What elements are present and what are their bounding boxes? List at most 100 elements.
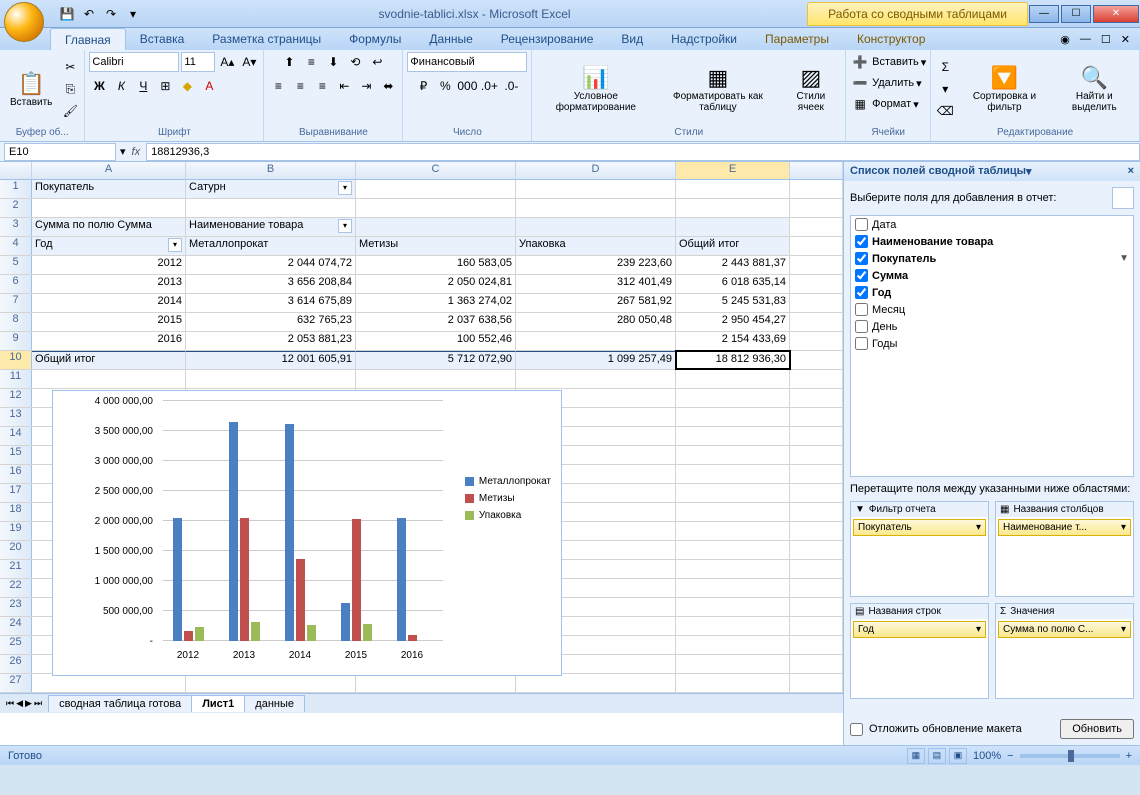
close-button[interactable]: ✕	[1093, 5, 1139, 23]
field-checkbox[interactable]	[855, 218, 868, 231]
row-header[interactable]: 17	[0, 484, 32, 502]
tab-options[interactable]: Параметры	[751, 28, 843, 50]
decrease-decimal-icon[interactable]: .0-	[501, 76, 521, 96]
cell[interactable]: Упаковка	[516, 237, 676, 255]
cell[interactable]	[676, 503, 790, 521]
cell[interactable]: 2 950 454,27	[676, 313, 790, 331]
orientation-icon[interactable]: ⟲	[345, 52, 365, 72]
row-header[interactable]: 20	[0, 541, 32, 559]
cell[interactable]	[676, 636, 790, 654]
field-checkbox[interactable]	[855, 303, 868, 316]
col-header-c[interactable]: C	[356, 162, 516, 179]
row-header[interactable]: 8	[0, 313, 32, 331]
cell[interactable]	[676, 560, 790, 578]
chart-bar[interactable]	[408, 635, 417, 641]
cell[interactable]	[32, 370, 186, 388]
layout-options-icon[interactable]	[1112, 187, 1134, 209]
chart-bar[interactable]	[173, 518, 182, 641]
close-panel-icon[interactable]: ×	[1128, 165, 1134, 178]
tab-formulas[interactable]: Формулы	[335, 28, 415, 50]
sheet-tab[interactable]: Лист1	[191, 695, 245, 712]
zone-column-labels[interactable]: ▦Названия столбцов Наименование т...▾	[995, 501, 1134, 597]
cell[interactable]	[32, 199, 186, 217]
increase-decimal-icon[interactable]: .0+	[479, 76, 499, 96]
field-item[interactable]: Покупатель▼	[851, 250, 1133, 267]
normal-view-icon[interactable]: ▦	[907, 748, 925, 764]
row-header[interactable]: 6	[0, 275, 32, 293]
cell[interactable]	[676, 389, 790, 407]
zone-report-filter[interactable]: ▼Фильтр отчета Покупатель▾	[850, 501, 989, 597]
sort-filter-button[interactable]: 🔽Сортировка и фильтр	[957, 55, 1051, 123]
cell[interactable]: 267 581,92	[516, 294, 676, 312]
redo-icon[interactable]: ↷	[102, 5, 120, 23]
cell[interactable]: Покупатель	[32, 180, 186, 198]
field-item[interactable]: Год	[851, 284, 1133, 301]
cell[interactable]: 12 001 605,91	[186, 351, 356, 369]
cell[interactable]	[516, 674, 676, 692]
cell[interactable]: 2016	[32, 332, 186, 350]
name-box[interactable]	[4, 143, 116, 161]
row-header[interactable]: 24	[0, 617, 32, 635]
italic-icon[interactable]: К	[111, 76, 131, 96]
delete-cells-label[interactable]: Удалить	[872, 77, 914, 89]
defer-checkbox[interactable]	[850, 723, 863, 736]
chart-bar[interactable]	[352, 519, 361, 641]
fill-color-icon[interactable]: ◆	[177, 76, 197, 96]
row-header[interactable]: 11	[0, 370, 32, 388]
close-workbook-icon[interactable]: ✕	[1121, 33, 1130, 46]
last-sheet-icon[interactable]: ⏭	[34, 698, 42, 709]
shrink-font-icon[interactable]: A▾	[239, 52, 259, 72]
cell[interactable]	[186, 674, 356, 692]
qat-dropdown-icon[interactable]: ▾	[124, 5, 142, 23]
cell[interactable]	[356, 218, 516, 236]
insert-cells-label[interactable]: Вставить	[872, 56, 919, 68]
grow-font-icon[interactable]: A▴	[217, 52, 237, 72]
cell[interactable]	[516, 218, 676, 236]
tab-insert[interactable]: Вставка	[126, 28, 199, 50]
cell[interactable]	[186, 199, 356, 217]
row-header[interactable]: 23	[0, 598, 32, 616]
wrap-text-icon[interactable]: ↩	[367, 52, 387, 72]
field-checkbox[interactable]	[855, 269, 868, 282]
merge-icon[interactable]: ⬌	[378, 76, 398, 96]
cell[interactable]: 2013	[32, 275, 186, 293]
first-sheet-icon[interactable]: ⏮	[6, 698, 14, 709]
cell[interactable]: 2 044 074,72	[186, 256, 356, 274]
cell[interactable]	[516, 370, 676, 388]
cell[interactable]: Метизы	[356, 237, 516, 255]
formula-input[interactable]	[146, 143, 1140, 161]
fill-icon[interactable]: ▾	[935, 79, 955, 99]
cell[interactable]: Общий итог	[32, 351, 186, 369]
cell[interactable]: 2014	[32, 294, 186, 312]
cell[interactable]	[676, 370, 790, 388]
zoom-slider[interactable]	[1020, 754, 1120, 758]
row-header[interactable]: 1	[0, 180, 32, 198]
cell[interactable]	[356, 180, 516, 198]
cell[interactable]: 2 037 638,56	[356, 313, 516, 331]
tab-home[interactable]: Главная	[50, 28, 126, 50]
cell[interactable]: 160 583,05	[356, 256, 516, 274]
format-cells-icon[interactable]: ▦	[850, 94, 870, 114]
row-header[interactable]: 15	[0, 446, 32, 464]
border-icon[interactable]: ⊞	[155, 76, 175, 96]
row-header[interactable]: 4	[0, 237, 32, 255]
row-header[interactable]: 5	[0, 256, 32, 274]
cell[interactable]: 18 812 936,30	[676, 351, 790, 369]
row-header[interactable]: 21	[0, 560, 32, 578]
align-left-icon[interactable]: ≡	[268, 76, 288, 96]
row-header[interactable]: 16	[0, 465, 32, 483]
cell[interactable]	[676, 218, 790, 236]
cell[interactable]	[516, 332, 676, 350]
row-header[interactable]: 9	[0, 332, 32, 350]
tab-review[interactable]: Рецензирование	[487, 28, 608, 50]
cell[interactable]	[676, 465, 790, 483]
cell[interactable]	[356, 370, 516, 388]
column-field-item[interactable]: Наименование т...▾	[998, 519, 1131, 536]
cell[interactable]: 3 656 208,84	[186, 275, 356, 293]
field-checkbox[interactable]	[855, 320, 868, 333]
cell[interactable]: 280 050,48	[516, 313, 676, 331]
clear-icon[interactable]: ⌫	[935, 101, 955, 121]
autosum-icon[interactable]: Σ	[935, 57, 955, 77]
align-right-icon[interactable]: ≡	[312, 76, 332, 96]
cell[interactable]: Сатурн▾	[186, 180, 356, 198]
